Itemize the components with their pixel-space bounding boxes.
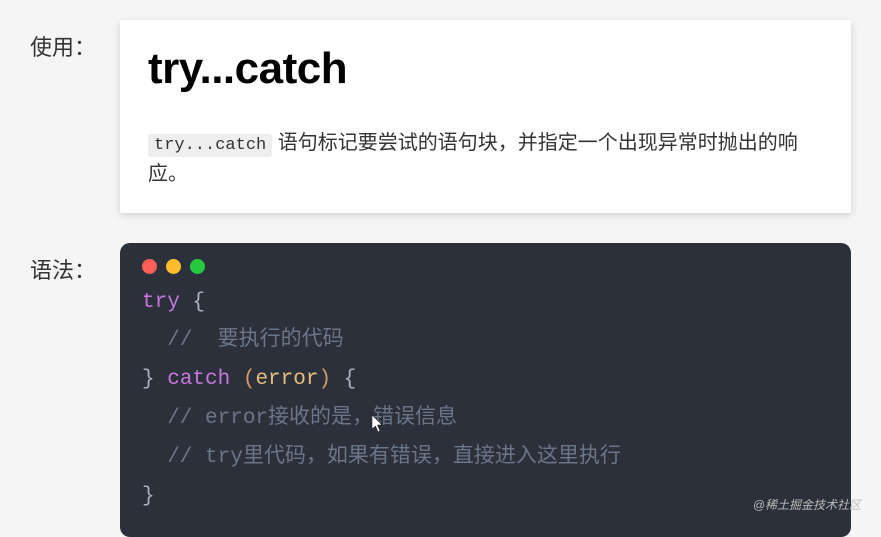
usage-label: 使用： <box>30 20 120 62</box>
code-line-4: // error接收的是，错误信息 <box>142 400 829 439</box>
maximize-icon <box>190 259 205 274</box>
code-line-1: try { <box>142 284 829 323</box>
inline-code: try...catch <box>148 134 272 157</box>
code-line-3: } catch (error) { <box>142 361 829 400</box>
usage-section: 使用： try...catch try...catch 语句标记要尝试的语句块，… <box>30 20 851 213</box>
watermark: @稀土掘金技术社区 <box>753 496 861 513</box>
code-line-6: } <box>142 478 829 517</box>
close-icon <box>142 259 157 274</box>
code-line-5: // try里代码，如果有错误，直接进入这里执行 <box>142 439 829 478</box>
syntax-label: 语法： <box>30 243 120 285</box>
doc-card: try...catch try...catch 语句标记要尝试的语句块，并指定一… <box>120 20 851 213</box>
doc-description: try...catch 语句标记要尝试的语句块，并指定一个出现异常时抛出的响应。 <box>148 128 823 189</box>
minimize-icon <box>166 259 181 274</box>
syntax-section: 语法： try { // 要执行的代码 } catch (error) { //… <box>30 243 851 537</box>
doc-title: try...catch <box>148 44 823 94</box>
window-controls <box>142 259 829 274</box>
code-line-2: // 要执行的代码 <box>142 322 829 361</box>
code-block: try { // 要执行的代码 } catch (error) { // err… <box>120 243 851 537</box>
